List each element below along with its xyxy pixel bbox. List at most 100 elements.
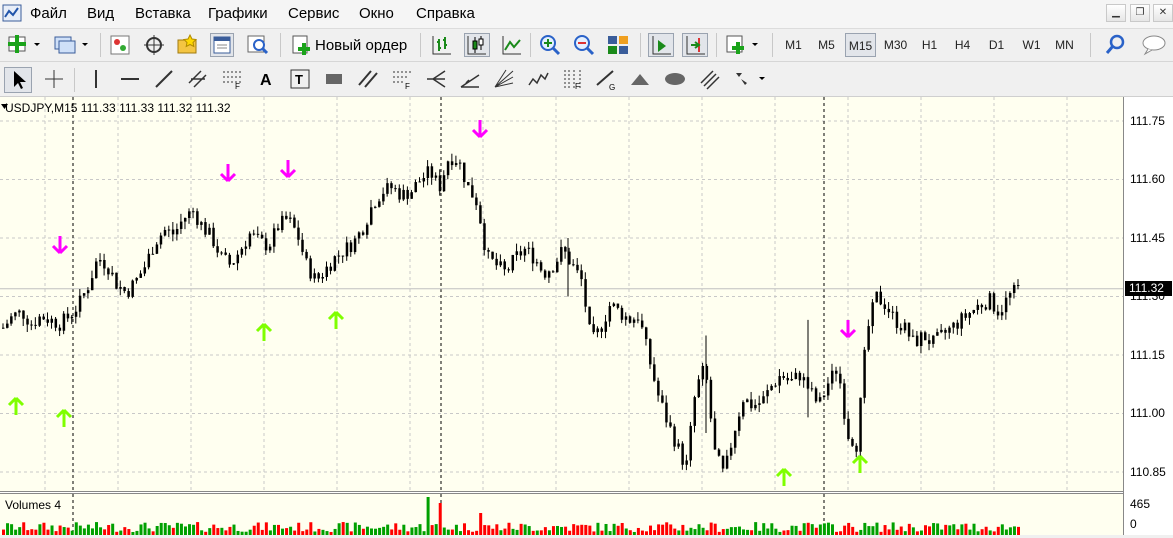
toolbar-separator (74, 68, 75, 92)
fibonacci-retracement-tool[interactable]: F (220, 67, 244, 91)
candle-body (507, 269, 510, 271)
chart-shift-button[interactable] (648, 33, 674, 57)
arrows-menu-tool[interactable] (732, 67, 768, 91)
candle-body (6, 323, 9, 328)
ellipse-tool[interactable] (662, 67, 688, 91)
price-chart[interactable]: USDJPY,M15 111.33 111.33 111.32 111.32 (0, 97, 1123, 491)
volume-bar (940, 529, 944, 535)
menu-insert[interactable]: Вставка (135, 5, 191, 22)
new-order-button[interactable]: Новый ордер (288, 32, 414, 58)
timeframe-d1[interactable]: D1 (981, 33, 1012, 57)
volume-bar (653, 530, 657, 535)
axis-label: 111.00 (1130, 406, 1165, 420)
timeframe-h1[interactable]: H1 (914, 33, 945, 57)
horizontal-line-tool[interactable] (118, 67, 142, 91)
candle-body (673, 426, 676, 447)
minimize-button[interactable]: ▁ (1106, 4, 1126, 22)
candle-body (976, 304, 980, 310)
market-watch-button[interactable] (108, 33, 132, 57)
data-window-button[interactable] (142, 33, 166, 57)
timeframe-h4[interactable]: H4 (947, 33, 978, 57)
volume-bar (758, 530, 762, 535)
candle-body (669, 422, 672, 427)
toolbar-separator (716, 33, 717, 57)
candle-body (681, 443, 684, 465)
tile-windows-button[interactable] (606, 33, 630, 57)
crosshair-tool[interactable] (42, 67, 66, 91)
volume-bar (899, 526, 903, 535)
volume-bar (123, 527, 127, 535)
std-deviation-channel-tool[interactable] (698, 67, 722, 91)
gann-tool[interactable] (458, 67, 482, 91)
menu-tools[interactable]: Сервис (288, 5, 339, 22)
candle-body (940, 329, 943, 333)
volume-bar (139, 524, 143, 535)
price-axis[interactable]: 111.75 111.60 111.45 111.30 111.15 111.0… (1123, 97, 1173, 535)
gann-fan-tool[interactable] (492, 67, 516, 91)
volume-bar (26, 530, 30, 535)
timeframe-m1[interactable]: M1 (778, 33, 809, 57)
cycle-lines-tool[interactable] (526, 67, 550, 91)
menu-view[interactable]: Вид (87, 5, 114, 22)
fibonacci-timezones-tool[interactable]: F (560, 67, 584, 91)
text-tool[interactable]: A (254, 67, 278, 91)
candlestick-chart-button[interactable] (464, 33, 490, 57)
volume-bar (434, 524, 438, 535)
trendline-tool[interactable] (152, 67, 176, 91)
timeframe-m30[interactable]: M30 (880, 33, 911, 57)
chart-menu-triangle-icon[interactable] (0, 101, 9, 111)
menu-window[interactable]: Окно (359, 5, 394, 22)
menu-help[interactable]: Справка (416, 5, 475, 22)
volumes-panel[interactable]: Volumes 4 (0, 494, 1123, 535)
gann-angle-icon (460, 74, 480, 88)
restore-button[interactable]: ❐ (1130, 4, 1150, 22)
cursor-tool[interactable] (4, 67, 32, 93)
timeframe-m15[interactable]: M15 (845, 33, 876, 57)
text-label-tool[interactable]: T (288, 67, 312, 91)
bar-chart-button[interactable] (430, 33, 454, 57)
equidistant-channel-tool[interactable] (186, 67, 210, 91)
candle-body (499, 261, 502, 266)
profiles-button[interactable] (52, 33, 90, 57)
candle-body (928, 340, 931, 344)
andrews-pitchfork-tool[interactable] (424, 67, 448, 91)
triangle-tool[interactable] (628, 67, 652, 91)
vertical-line-tool[interactable] (84, 67, 108, 91)
volume-bar (34, 529, 38, 535)
terminal-button[interactable] (210, 33, 234, 57)
auto-scroll-button[interactable] (682, 33, 708, 57)
zoom-out-button[interactable] (572, 33, 596, 57)
candle-body (628, 316, 632, 323)
line-chart-button[interactable] (500, 33, 524, 57)
sell-signal-arrow (839, 320, 857, 339)
new-chart-button[interactable] (6, 33, 42, 57)
candle-body (580, 270, 583, 280)
menu-file[interactable]: Файл (30, 5, 67, 22)
candle-body (475, 197, 478, 206)
candle-body (471, 185, 474, 198)
close-button[interactable]: ✕ (1153, 4, 1173, 22)
fibonacci-channel-tool[interactable]: F (390, 67, 414, 91)
indicators-button[interactable] (724, 33, 762, 57)
search-button[interactable] (1104, 33, 1128, 57)
arrow-label-tool[interactable] (322, 67, 346, 91)
volume-bar (891, 522, 895, 535)
timeframe-w1[interactable]: W1 (1016, 33, 1047, 57)
zoom-in-button[interactable] (538, 33, 562, 57)
volume-bar (175, 522, 179, 535)
channel-tool[interactable] (356, 67, 380, 91)
volume-axis-zero: 0 (1130, 517, 1137, 531)
chat-button[interactable] (1140, 33, 1168, 57)
candle-body (365, 224, 369, 235)
timeframe-m5[interactable]: M5 (811, 33, 842, 57)
candle-body (82, 293, 86, 296)
strategy-tester-button[interactable] (246, 33, 270, 57)
candle-body (402, 189, 405, 200)
candle-body (123, 287, 126, 292)
candle-body (851, 438, 854, 446)
text-a-icon: A (260, 72, 272, 89)
menu-charts[interactable]: Графики (208, 5, 268, 22)
navigator-button[interactable] (176, 33, 200, 57)
timeframe-mn[interactable]: MN (1049, 33, 1080, 57)
regression-channel-tool[interactable]: G (594, 67, 618, 91)
